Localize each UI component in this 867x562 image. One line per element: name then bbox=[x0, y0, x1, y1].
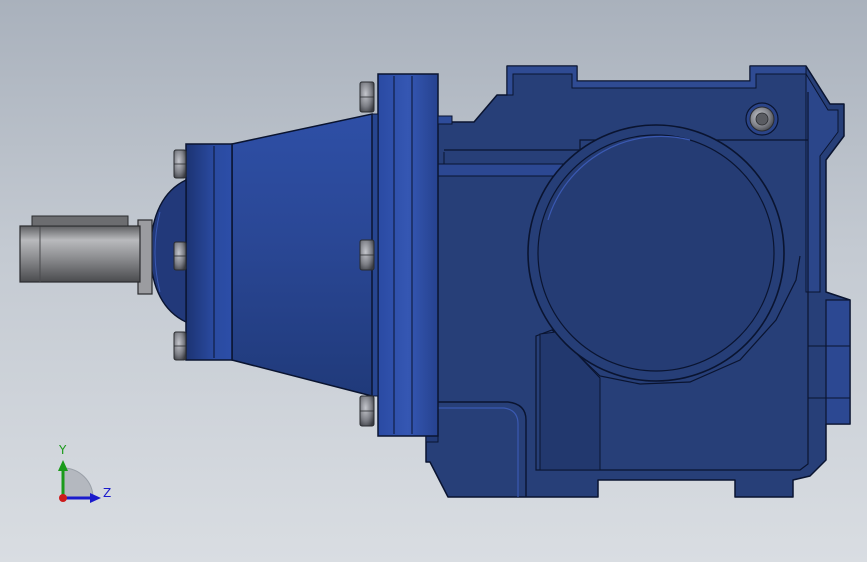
input-shaft[interactable] bbox=[19, 215, 153, 295]
gearbox-model[interactable] bbox=[0, 0, 867, 562]
bolt-icon[interactable] bbox=[173, 149, 187, 179]
triad-y-label: Y bbox=[59, 443, 67, 457]
output-cover-inner bbox=[537, 134, 775, 372]
cone-body bbox=[231, 113, 373, 397]
gearbox-housing[interactable] bbox=[425, 65, 851, 498]
graphics-viewport[interactable]: Y Z bbox=[0, 0, 867, 562]
bolt-icon[interactable] bbox=[359, 81, 375, 113]
plug-screw-icon[interactable] bbox=[745, 102, 779, 136]
triad-z-label: Z bbox=[103, 486, 112, 500]
triad-z-arrow-icon bbox=[90, 493, 101, 503]
shaft-body bbox=[19, 225, 141, 283]
bolt-icon[interactable] bbox=[173, 241, 187, 271]
bolt-icon[interactable] bbox=[359, 239, 375, 271]
flange-plate bbox=[377, 73, 439, 437]
triad-y-arrow-icon bbox=[58, 460, 68, 471]
bolt-icon[interactable] bbox=[359, 395, 375, 427]
triad-x-axis-icon bbox=[59, 494, 67, 502]
shaft-key bbox=[31, 215, 129, 227]
adapter-ring bbox=[185, 143, 233, 361]
bolt-icon[interactable] bbox=[173, 331, 187, 361]
housing-right-boss bbox=[825, 299, 851, 425]
orientation-triad[interactable] bbox=[58, 460, 101, 503]
flange-groove bbox=[437, 115, 453, 125]
triad-arc bbox=[62, 467, 94, 499]
